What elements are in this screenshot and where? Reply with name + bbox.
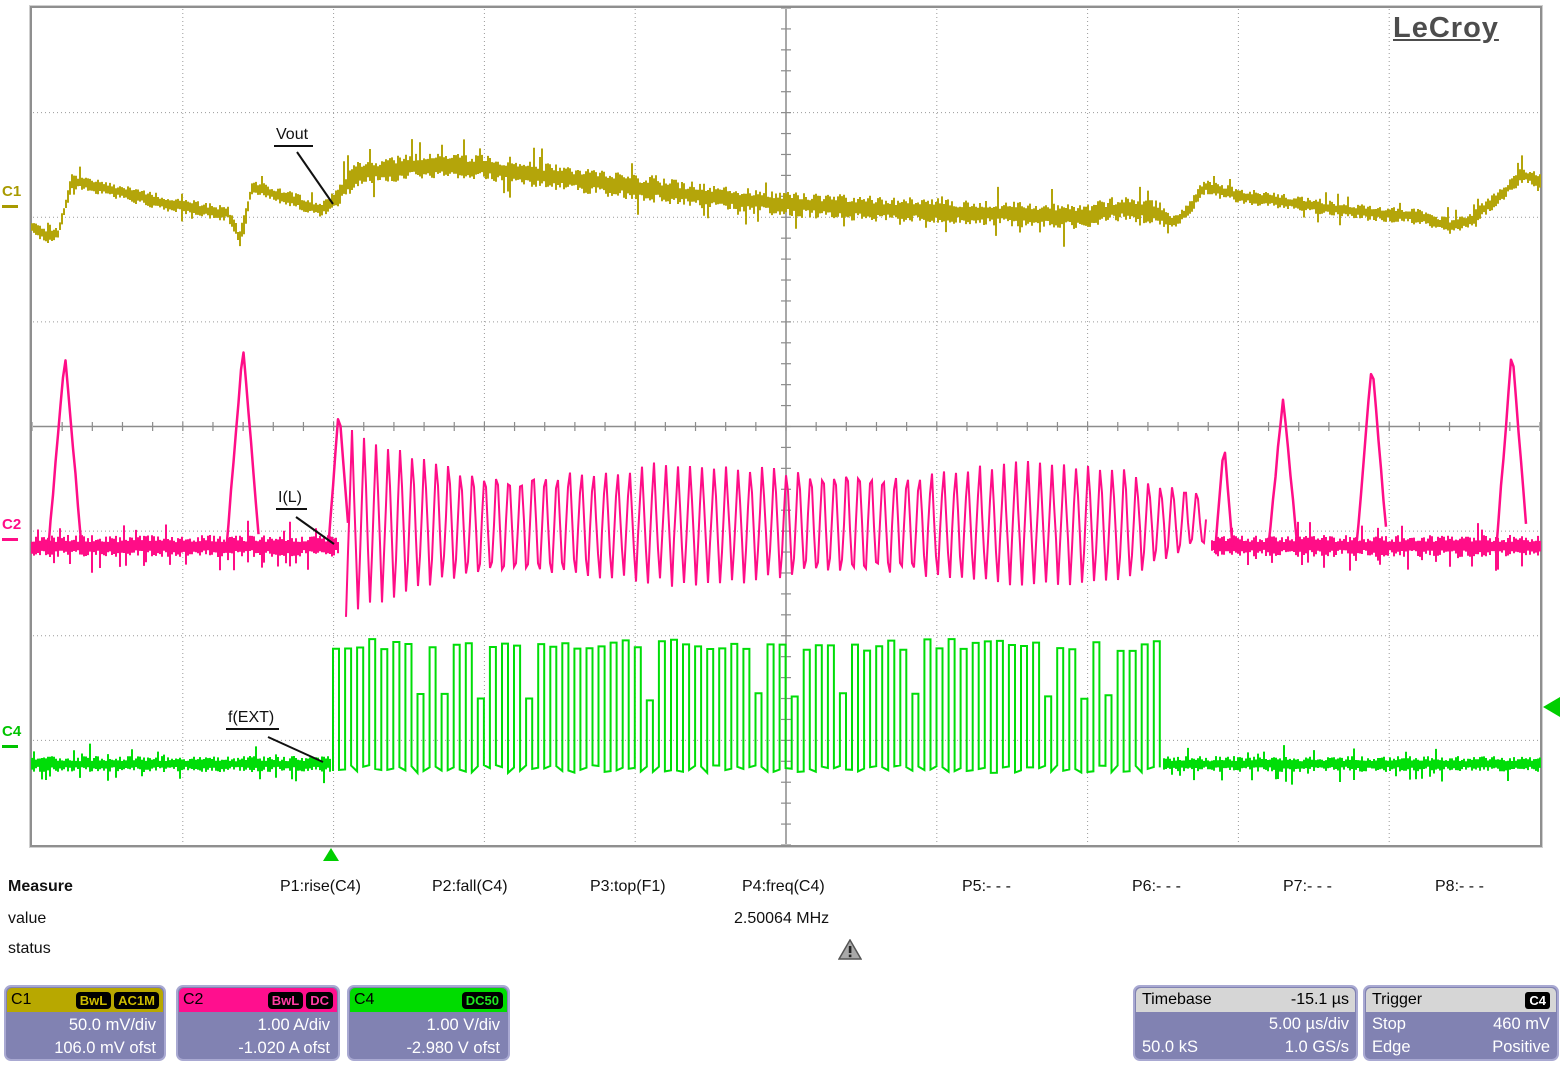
channel-id: C4 [354,991,374,1009]
coupling-badge: DC50 [462,992,503,1009]
oscilloscope-screen: LeCroy C1 C2 C4 Vout I(L) f(EXT) Measure… [0,0,1562,1068]
coupling-badge: AC1M [114,992,159,1009]
channel-marker-label: C4 [2,723,21,740]
trace-c4-burst [333,639,1160,773]
coupling-badge: BwL [76,992,111,1009]
trace-c2-switching [346,430,1206,617]
channel-panel-c2[interactable]: C2 BwL DC 1.00 A/div -1.020 A ofst [176,985,340,1061]
trace-c2-peak [48,360,81,553]
channel-scale: 1.00 A/div [178,1014,330,1037]
measure-status-row-label: status [8,940,51,958]
measure-p4-value: 2.50064 MHz [734,910,829,928]
trigger-mode: Stop [1372,1013,1406,1036]
timebase-rate: 1.0 GS/s [1285,1036,1349,1059]
measure-param-p1[interactable]: P1:rise(C4) [280,878,361,896]
label-callout-line [297,152,333,204]
trigger-slope: Positive [1492,1036,1550,1059]
channel-id: C2 [183,991,203,1009]
channel-zero-dash [2,538,18,541]
channel-marker-c4[interactable]: C4 [2,724,21,748]
channel-zero-dash [2,205,18,208]
timebase-samples: 50.0 kS [1142,1036,1198,1059]
trigger-type: Edge [1372,1036,1411,1059]
trigger-level: 460 mV [1493,1013,1550,1036]
trigger-source-badge: C4 [1525,992,1550,1009]
measure-param-p5[interactable]: P5:- - - [962,878,1011,896]
channel-panel-c1[interactable]: C1 BwL AC1M 50.0 mV/div 106.0 mV ofst [4,985,166,1061]
trace-c2-peak [1496,360,1526,553]
channel-scale: 1.00 V/div [349,1014,500,1037]
channel-marker-label: C1 [2,183,21,200]
trigger-level-marker [1543,697,1560,717]
channel-offset: -1.020 A ofst [178,1037,330,1060]
trace-label-vout: Vout [274,126,313,147]
channel-scale: 50.0 mV/div [6,1014,156,1037]
channel-marker-label: C2 [2,516,21,533]
measure-value-row-label: value [8,910,46,928]
measure-title: Measure [8,878,73,896]
channel-panel-c4[interactable]: C4 DC50 1.00 V/div -2.980 V ofst [347,985,510,1061]
trace-c2-peak [1268,400,1298,553]
warning-icon [838,939,862,960]
trace-c2-peak [328,419,348,552]
trace-c2-peak [226,353,259,553]
coupling-badge: DC [306,992,333,1009]
timebase-panel[interactable]: Timebase -15.1 µs 5.00 µs/div 50.0 kS 1.… [1133,985,1358,1061]
timebase-scale: 5.00 µs/div [1269,1013,1349,1036]
measure-param-p3[interactable]: P3:top(F1) [590,878,666,896]
waveform-display [0,0,1562,1068]
trace-label-fext: f(EXT) [226,709,279,730]
trace-c2-peak [1356,374,1386,549]
channel-offset: 106.0 mV ofst [6,1037,156,1060]
channel-marker-c2[interactable]: C2 [2,517,21,541]
timebase-delay: -15.1 µs [1291,991,1349,1009]
trace-label-il: I(L) [276,489,307,510]
coupling-badge: BwL [268,992,303,1009]
channel-marker-c1[interactable]: C1 [2,184,21,208]
channel-offset: -2.980 V ofst [349,1037,500,1060]
timebase-title: Timebase [1142,991,1212,1009]
measure-param-p6[interactable]: P6:- - - [1132,878,1181,896]
channel-id: C1 [11,991,31,1009]
trigger-panel[interactable]: Trigger C4 Stop 460 mV Edge Positive [1363,985,1559,1061]
measure-param-p7[interactable]: P7:- - - [1283,878,1332,896]
trigger-time-marker [323,848,339,861]
lecroy-logo: LeCroy [1393,12,1499,45]
measure-param-p2[interactable]: P2:fall(C4) [432,878,508,896]
trigger-title: Trigger [1372,991,1422,1009]
measure-param-p8[interactable]: P8:- - - [1435,878,1484,896]
measure-param-p4[interactable]: P4:freq(C4) [742,878,825,896]
channel-zero-dash [2,745,18,748]
